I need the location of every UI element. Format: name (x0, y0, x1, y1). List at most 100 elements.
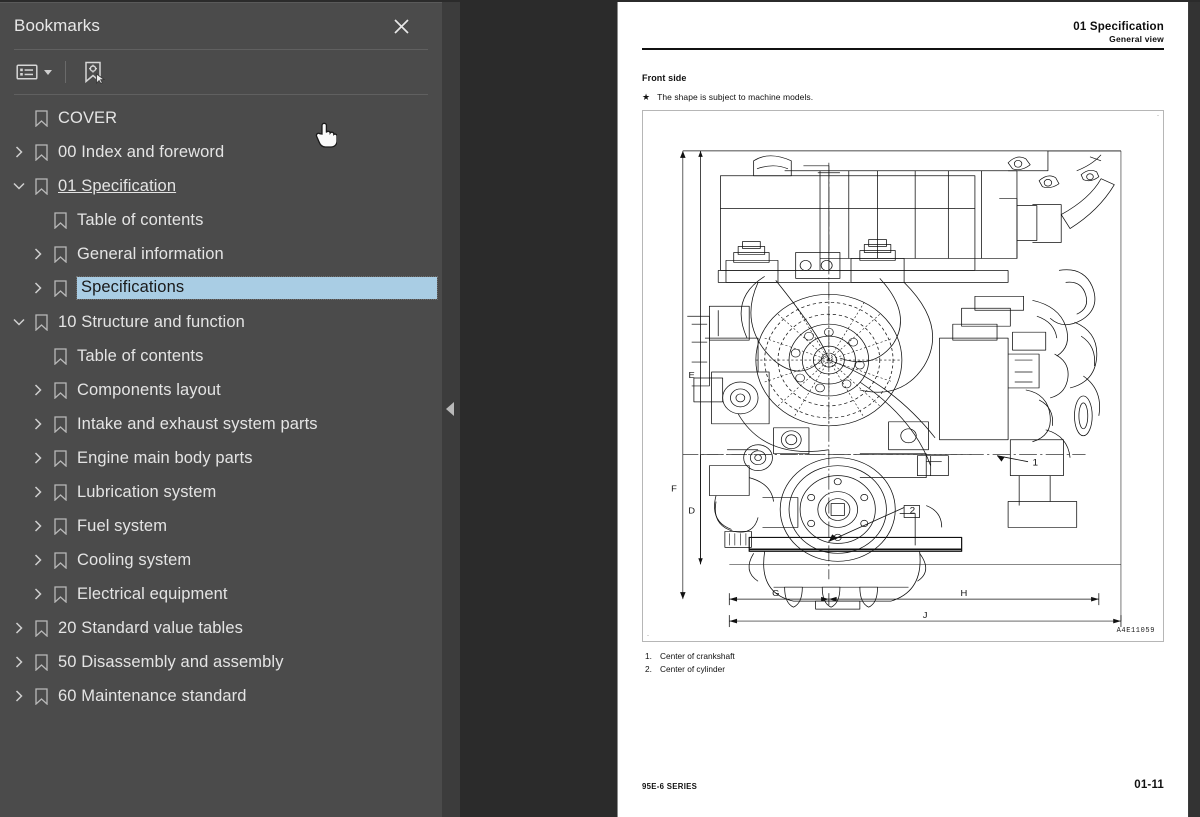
new-bookmark-icon[interactable] (79, 57, 107, 87)
chevron-down-icon[interactable] (8, 305, 30, 339)
list-options-icon[interactable] (14, 57, 54, 87)
bookmark-item[interactable]: COVER (0, 101, 442, 135)
bookmark-label: 10 Structure and function (58, 312, 245, 331)
bookmark-label: General information (77, 244, 224, 263)
engine-drawing: E F D G H J 2 1 (671, 150, 1122, 628)
bookmark-label: 50 Disassembly and assembly (58, 652, 284, 671)
legend-number: 2. (645, 663, 652, 674)
bookmark-tree: COVER 00 Index and foreword 01 Specificati… (0, 95, 442, 713)
bookmark-item[interactable]: Components layout (0, 373, 442, 407)
bookmark-item[interactable]: Specifications (0, 271, 442, 305)
bookmark-icon (30, 109, 52, 127)
bookmark-icon (30, 313, 52, 331)
bookmark-icon (49, 347, 71, 365)
bookmark-icon (49, 585, 71, 603)
page-footer: 95E-6 SERIES 01-11 (642, 779, 1164, 791)
footer-series-label: 95E-6 SERIES (642, 782, 698, 791)
bookmark-icon (30, 143, 52, 161)
model-note-text: The shape is subject to machine models. (657, 92, 814, 102)
chevron-right-icon[interactable] (8, 679, 30, 713)
bookmarks-panel: Bookmarks COVER 00 Index and foreword 01… (0, 2, 442, 817)
twisty-placeholder (27, 203, 49, 237)
bookmark-item[interactable]: Electrical equipment (0, 577, 442, 611)
close-icon[interactable] (388, 13, 414, 39)
bookmark-icon (49, 211, 71, 229)
chevron-right-icon[interactable] (27, 373, 49, 407)
bookmark-item[interactable]: Fuel system (0, 509, 442, 543)
bookmark-item[interactable]: 10 Structure and function (0, 305, 442, 339)
chevron-right-icon[interactable] (8, 135, 30, 169)
bookmark-label: 01 Specification (58, 176, 177, 195)
bookmark-item[interactable]: Table of contents (0, 339, 442, 373)
bookmark-label: Fuel system (77, 516, 168, 535)
bookmark-item[interactable]: 50 Disassembly and assembly (0, 645, 442, 679)
bookmark-icon (49, 449, 71, 467)
bookmark-label: 60 Maintenance standard (58, 686, 247, 705)
viewer-right-edge (1188, 2, 1200, 817)
dimension-label-E: E (689, 370, 695, 379)
legend-row: 1. Center of crankshaft (645, 650, 1164, 663)
twisty-placeholder (27, 339, 49, 373)
callout-2: 2 (910, 506, 916, 516)
bookmark-item[interactable]: Cooling system (0, 543, 442, 577)
bookmark-label: Electrical equipment (77, 584, 228, 603)
bookmarks-panel-header: Bookmarks (0, 3, 442, 49)
bookmarks-toolbar (0, 50, 442, 94)
panel-splitter[interactable] (442, 2, 460, 817)
front-side-title: Front side (642, 73, 687, 83)
bookmark-item[interactable]: 00 Index and foreword (0, 135, 442, 169)
bookmark-item[interactable]: Intake and exhaust system parts (0, 407, 442, 441)
bookmark-icon (49, 483, 71, 501)
chevron-right-icon[interactable] (27, 271, 49, 305)
pdf-reader-window: Bookmarks COVER 00 Index and foreword 01… (0, 0, 1200, 817)
chevron-down-icon[interactable] (8, 169, 30, 203)
chevron-right-icon[interactable] (27, 441, 49, 475)
document-page: 01 Specification General view Front side… (618, 2, 1188, 817)
bookmark-label: Table of contents (77, 210, 204, 229)
bookmark-item[interactable]: 20 Standard value tables (0, 611, 442, 645)
toolbar-separator (65, 61, 66, 83)
page-header-chapter: 01 Specification (1073, 21, 1164, 33)
chevron-right-icon[interactable] (27, 407, 49, 441)
chevron-right-icon[interactable] (8, 611, 30, 645)
chevron-right-icon[interactable] (27, 237, 49, 271)
bookmark-label: Engine main body parts (77, 448, 253, 467)
bookmark-label: 00 Index and foreword (58, 142, 225, 161)
bookmark-icon (49, 551, 71, 569)
legend-row: 2. Center of cylinder (645, 663, 1164, 676)
chevron-right-icon[interactable] (8, 645, 30, 679)
document-viewer[interactable]: 01 Specification General view Front side… (460, 2, 1200, 817)
bookmark-icon (30, 687, 52, 705)
callout-1: 1 (1032, 458, 1038, 468)
bookmark-label: Lubrication system (77, 482, 217, 501)
bookmark-item[interactable]: 01 Specification (0, 169, 442, 203)
legend-number: 1. (645, 651, 652, 661)
bookmark-icon (30, 653, 52, 671)
page-header: 01 Specification General view (642, 20, 1164, 50)
legend-text: Center of cylinder (660, 663, 726, 674)
bookmark-item[interactable]: 60 Maintenance standard (0, 679, 442, 713)
bookmark-item[interactable]: General information (0, 237, 442, 271)
bookmark-label: 20 Standard value tables (58, 618, 243, 637)
bookmark-label: Intake and exhaust system parts (77, 414, 318, 433)
chevron-right-icon[interactable] (27, 475, 49, 509)
star-icon: ★ (642, 92, 651, 102)
bookmark-icon (30, 177, 52, 195)
model-note: ★ The shape is subject to machine models… (642, 92, 1164, 103)
chevron-right-icon[interactable] (27, 543, 49, 577)
collapse-panel-left-icon[interactable] (446, 402, 454, 416)
bookmark-icon (49, 415, 71, 433)
engine-front-view-figure: - - E F D G H J 2 1 A4E11059 (642, 110, 1164, 642)
drawing-code: A4E11059 (1116, 627, 1155, 635)
bookmark-item[interactable]: Table of contents (0, 203, 442, 237)
twisty-placeholder (8, 101, 30, 135)
bookmark-icon (49, 517, 71, 535)
dimension-label-G: G (772, 589, 779, 598)
bookmark-item[interactable]: Engine main body parts (0, 441, 442, 475)
chevron-right-icon[interactable] (27, 509, 49, 543)
chevron-right-icon[interactable] (27, 577, 49, 611)
chevron-down-icon (44, 69, 52, 75)
bookmark-item[interactable]: Lubrication system (0, 475, 442, 509)
figure-legend: 1. Center of crankshaft 2. Center of cylind… (642, 650, 1164, 675)
bookmark-label: Cooling system (77, 550, 192, 569)
